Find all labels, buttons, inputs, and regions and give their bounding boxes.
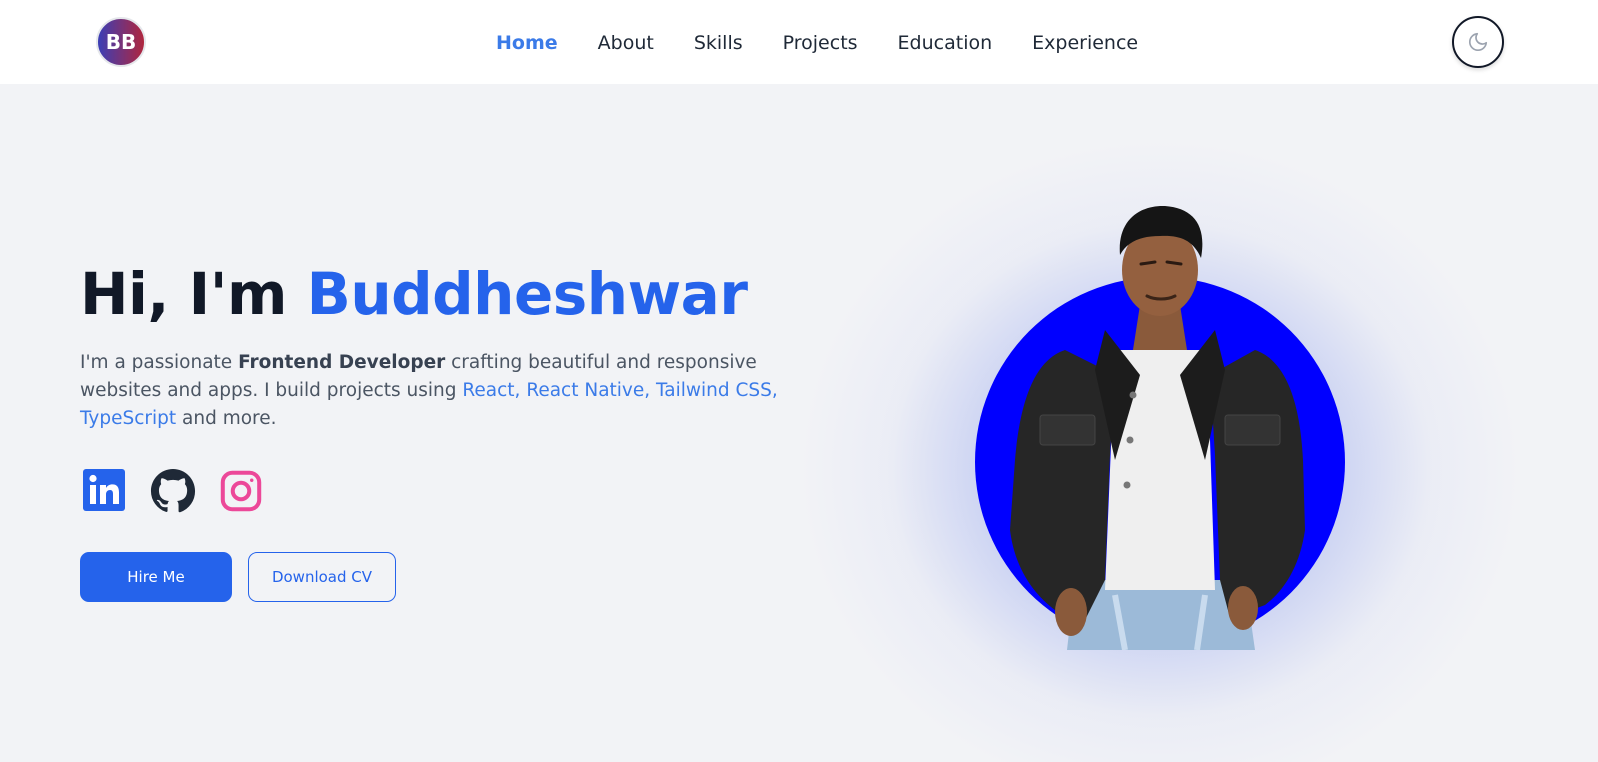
nav-link-home[interactable]: Home [496,30,558,56]
nav-links: Home About Skills Projects Education Exp… [496,30,1178,56]
logo[interactable]: BB [96,17,146,67]
nav-link-skills[interactable]: Skills [694,30,743,56]
instagram-icon [220,470,262,512]
linkedin-icon [83,469,125,511]
nav-link-experience[interactable]: Experience [1032,30,1138,56]
linkedin-link[interactable] [82,468,128,514]
desc-part3: and more. [176,408,277,429]
github-link[interactable] [150,468,196,514]
hire-me-button[interactable]: Hire Me [80,552,232,602]
moon-icon [1468,32,1488,52]
nav-link-projects[interactable]: Projects [783,30,858,56]
desc-role: Frontend Developer [238,352,446,373]
hero-name: Buddheshwar [306,260,748,328]
navbar: BB Home About Skills Projects Education … [0,0,1598,84]
hero-description: I'm a passionate Frontend Developer craf… [80,349,810,433]
download-cv-button[interactable]: Download CV [248,552,396,602]
hero-greeting: Hi, I'm [80,260,307,328]
desc-part1: I'm a passionate [80,352,239,373]
instagram-link[interactable] [218,468,264,514]
theme-toggle-button[interactable] [1452,16,1504,68]
nav-link-about[interactable]: About [598,30,654,56]
nav-link-education[interactable]: Education [898,30,993,56]
social-links [82,468,286,514]
profile-photo [1010,205,1305,650]
github-icon [150,468,196,513]
hero-title: Hi, I'm Buddheshwar [80,256,748,332]
